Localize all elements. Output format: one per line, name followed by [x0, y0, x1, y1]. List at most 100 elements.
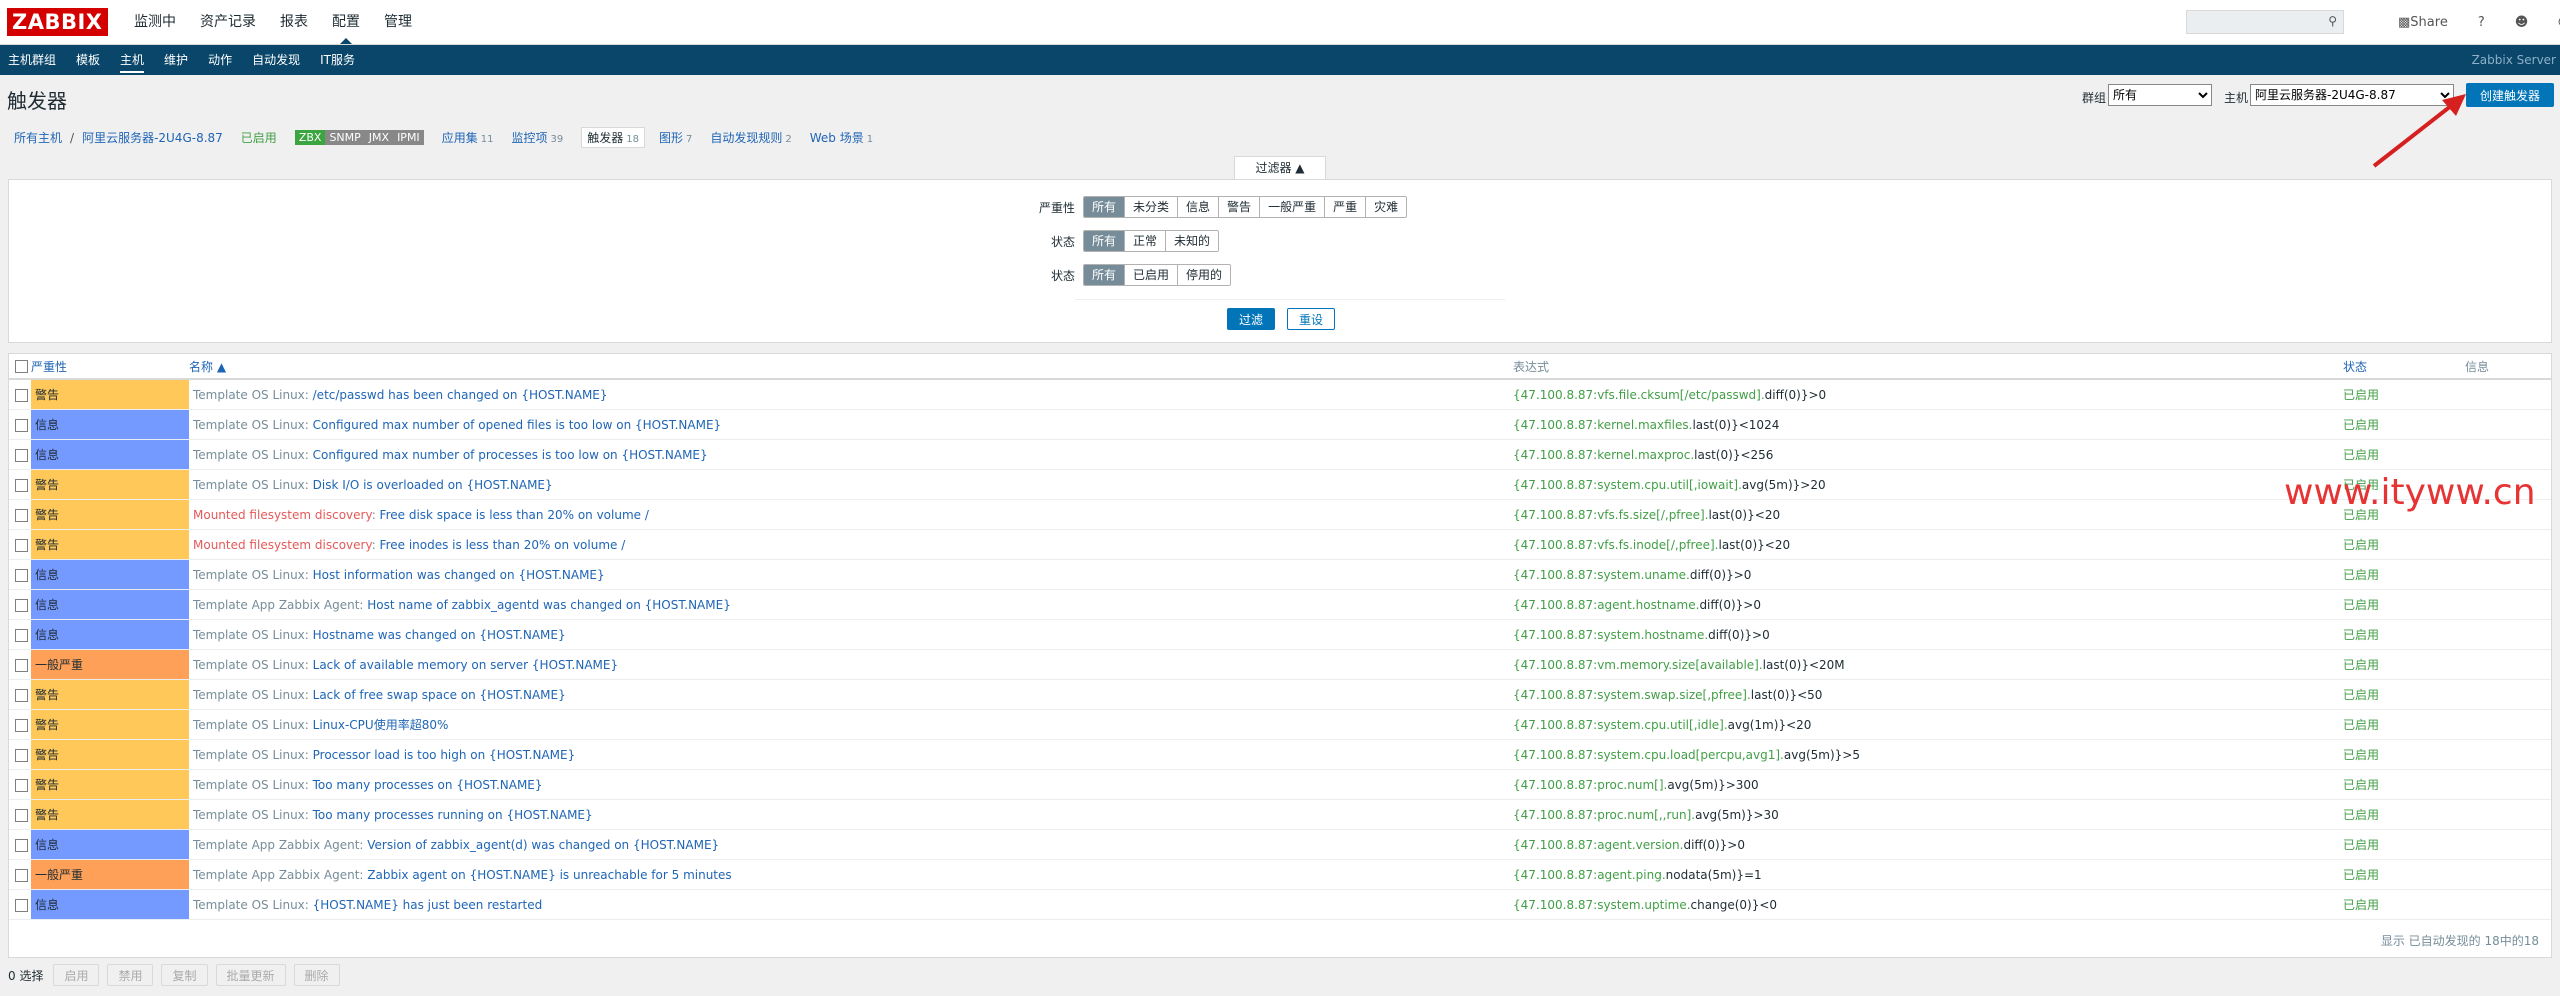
expression-item[interactable]: {47.100.8.87:vfs.fs.inode[/,pfree].	[1513, 538, 1718, 552]
row-checkbox[interactable]	[15, 448, 28, 462]
expression-item[interactable]: {47.100.8.87:system.hostname.	[1513, 628, 1708, 642]
sub-nav-item[interactable]: 动作	[202, 45, 238, 75]
create-trigger-button[interactable]: 创建触发器	[2466, 83, 2554, 107]
status-toggle[interactable]: 已启用	[2343, 778, 2379, 792]
expression-item[interactable]: {47.100.8.87:system.uptime.	[1513, 898, 1691, 912]
row-checkbox[interactable]	[15, 538, 28, 552]
template-link[interactable]: Template OS Linux	[193, 808, 305, 822]
reset-button[interactable]: 重设	[1287, 308, 1335, 330]
status-toggle[interactable]: 已启用	[2343, 718, 2379, 732]
zabbix-logo[interactable]: ZABBIX	[7, 8, 108, 36]
enable-button[interactable]: 启用	[53, 964, 100, 986]
main-nav-item[interactable]: 报表	[268, 0, 320, 44]
expression-item[interactable]: {47.100.8.87:vfs.fs.size[/,pfree].	[1513, 508, 1708, 522]
status-toggle[interactable]: 已启用	[2343, 598, 2379, 612]
sub-nav-item[interactable]: 维护	[158, 45, 194, 75]
template-link[interactable]: Template OS Linux	[193, 688, 305, 702]
search-input[interactable]: ⚲	[2186, 10, 2344, 34]
row-checkbox[interactable]	[15, 898, 28, 912]
row-checkbox[interactable]	[15, 478, 28, 492]
triggers-tab[interactable]: 触发器 18	[581, 127, 645, 148]
expression-item[interactable]: {47.100.8.87:system.cpu.util[,idle].	[1513, 718, 1728, 732]
row-checkbox[interactable]	[15, 718, 28, 732]
severity-option[interactable]: 信息	[1178, 197, 1220, 217]
template-link[interactable]: Template OS Linux	[193, 388, 305, 402]
share-link[interactable]: ▩Share	[2398, 15, 2448, 30]
row-checkbox[interactable]	[15, 418, 28, 432]
sub-nav-item[interactable]: 模板	[70, 45, 106, 75]
state-option[interactable]: 所有	[1084, 231, 1126, 251]
sub-nav-item[interactable]: 主机群组	[2, 45, 62, 75]
status-toggle[interactable]: 已启用	[2343, 418, 2379, 432]
template-link[interactable]: Template OS Linux	[193, 658, 305, 672]
expression-item[interactable]: {47.100.8.87:system.cpu.util[,iowait].	[1513, 478, 1742, 492]
trigger-name-link[interactable]: Free inodes is less than 20% on volume /	[380, 538, 626, 552]
row-checkbox[interactable]	[15, 508, 28, 522]
row-checkbox[interactable]	[15, 838, 28, 852]
all-hosts-link[interactable]: 所有主机	[14, 129, 62, 146]
status-toggle[interactable]: 已启用	[2343, 748, 2379, 762]
main-nav-item[interactable]: 配置	[320, 0, 372, 44]
applications-link[interactable]: 应用集 11	[442, 129, 494, 146]
status-option[interactable]: 所有	[1084, 265, 1126, 285]
copy-button[interactable]: 复制	[161, 964, 208, 986]
template-link[interactable]: Template OS Linux	[193, 418, 305, 432]
trigger-name-link[interactable]: Processor load is too high on {HOST.NAME…	[313, 748, 576, 762]
discovery-rules-link[interactable]: 自动发现规则 2	[710, 129, 791, 146]
expression-item[interactable]: {47.100.8.87:proc.num[].	[1513, 778, 1667, 792]
row-checkbox[interactable]	[15, 628, 28, 642]
help-icon[interactable]: ?	[2478, 15, 2485, 30]
trigger-name-link[interactable]: Host name of zabbix_agentd was changed o…	[367, 598, 731, 612]
trigger-name-link[interactable]: Configured max number of processes is to…	[313, 448, 708, 462]
status-toggle[interactable]: 已启用	[2343, 868, 2379, 882]
template-link[interactable]: Template OS Linux	[193, 478, 305, 492]
row-checkbox[interactable]	[15, 598, 28, 612]
expression-item[interactable]: {47.100.8.87:system.uname.	[1513, 568, 1690, 582]
trigger-name-link[interactable]: Linux-CPU使用率超80%	[313, 718, 449, 732]
main-nav-item[interactable]: 管理	[372, 0, 424, 44]
row-checkbox[interactable]	[15, 388, 28, 402]
status-toggle[interactable]: 已启用	[2343, 538, 2379, 552]
template-link[interactable]: Template OS Linux	[193, 628, 305, 642]
trigger-name-link[interactable]: Lack of available memory on server {HOST…	[313, 658, 618, 672]
expression-item[interactable]: {47.100.8.87:system.cpu.load[percpu,avg1…	[1513, 748, 1784, 762]
expression-item[interactable]: {47.100.8.87:agent.ping.	[1513, 868, 1666, 882]
template-link[interactable]: Template App Zabbix Agent	[193, 598, 359, 612]
search-icon[interactable]: ⚲	[2328, 14, 2337, 28]
trigger-name-link[interactable]: Hostname was changed on {HOST.NAME}	[313, 628, 566, 642]
web-scenarios-link[interactable]: Web 场景 1	[810, 129, 873, 146]
severity-option[interactable]: 严重	[1325, 197, 1367, 217]
trigger-name-link[interactable]: Free disk space is less than 20% on volu…	[380, 508, 649, 522]
status-toggle[interactable]: 已启用	[2343, 838, 2379, 852]
filter-tab[interactable]: 过滤器 ▲	[1234, 156, 1326, 180]
row-checkbox[interactable]	[15, 868, 28, 882]
template-link[interactable]: Template OS Linux	[193, 448, 305, 462]
row-checkbox[interactable]	[15, 658, 28, 672]
trigger-name-link[interactable]: Zabbix agent on {HOST.NAME} is unreachab…	[367, 868, 731, 882]
trigger-name-link[interactable]: Version of zabbix_agent(d) was changed o…	[367, 838, 719, 852]
template-link[interactable]: Template OS Linux	[193, 898, 305, 912]
trigger-name-link[interactable]: Disk I/O is overloaded on {HOST.NAME}	[313, 478, 553, 492]
severity-header[interactable]: 严重性	[31, 354, 189, 380]
mass-update-button[interactable]: 批量更新	[215, 964, 286, 986]
sub-nav-item[interactable]: 自动发现	[246, 45, 306, 75]
row-checkbox[interactable]	[15, 688, 28, 702]
graphs-link[interactable]: 图形 7	[659, 129, 692, 146]
expression-item[interactable]: {47.100.8.87:system.swap.size[,pfree].	[1513, 688, 1751, 702]
status-toggle[interactable]: 已启用	[2343, 808, 2379, 822]
disable-button[interactable]: 禁用	[107, 964, 154, 986]
items-link[interactable]: 监控项 39	[511, 129, 563, 146]
severity-option[interactable]: 灾难	[1366, 197, 1407, 217]
expression-item[interactable]: {47.100.8.87:kernel.maxfiles.	[1513, 418, 1692, 432]
template-link[interactable]: Template OS Linux	[193, 718, 305, 732]
expression-item[interactable]: {47.100.8.87:agent.hostname.	[1513, 598, 1699, 612]
delete-button[interactable]: 删除	[293, 964, 340, 986]
trigger-name-link[interactable]: {HOST.NAME} has just been restarted	[313, 898, 543, 912]
status-header[interactable]: 状态	[2343, 354, 2465, 380]
state-option[interactable]: 未知的	[1166, 231, 1219, 251]
select-all-checkbox[interactable]	[15, 360, 28, 373]
group-select[interactable]: 所有	[2108, 84, 2212, 106]
template-link[interactable]: Template App Zabbix Agent	[193, 838, 359, 852]
severity-option[interactable]: 所有	[1084, 197, 1126, 217]
row-checkbox[interactable]	[15, 748, 28, 762]
